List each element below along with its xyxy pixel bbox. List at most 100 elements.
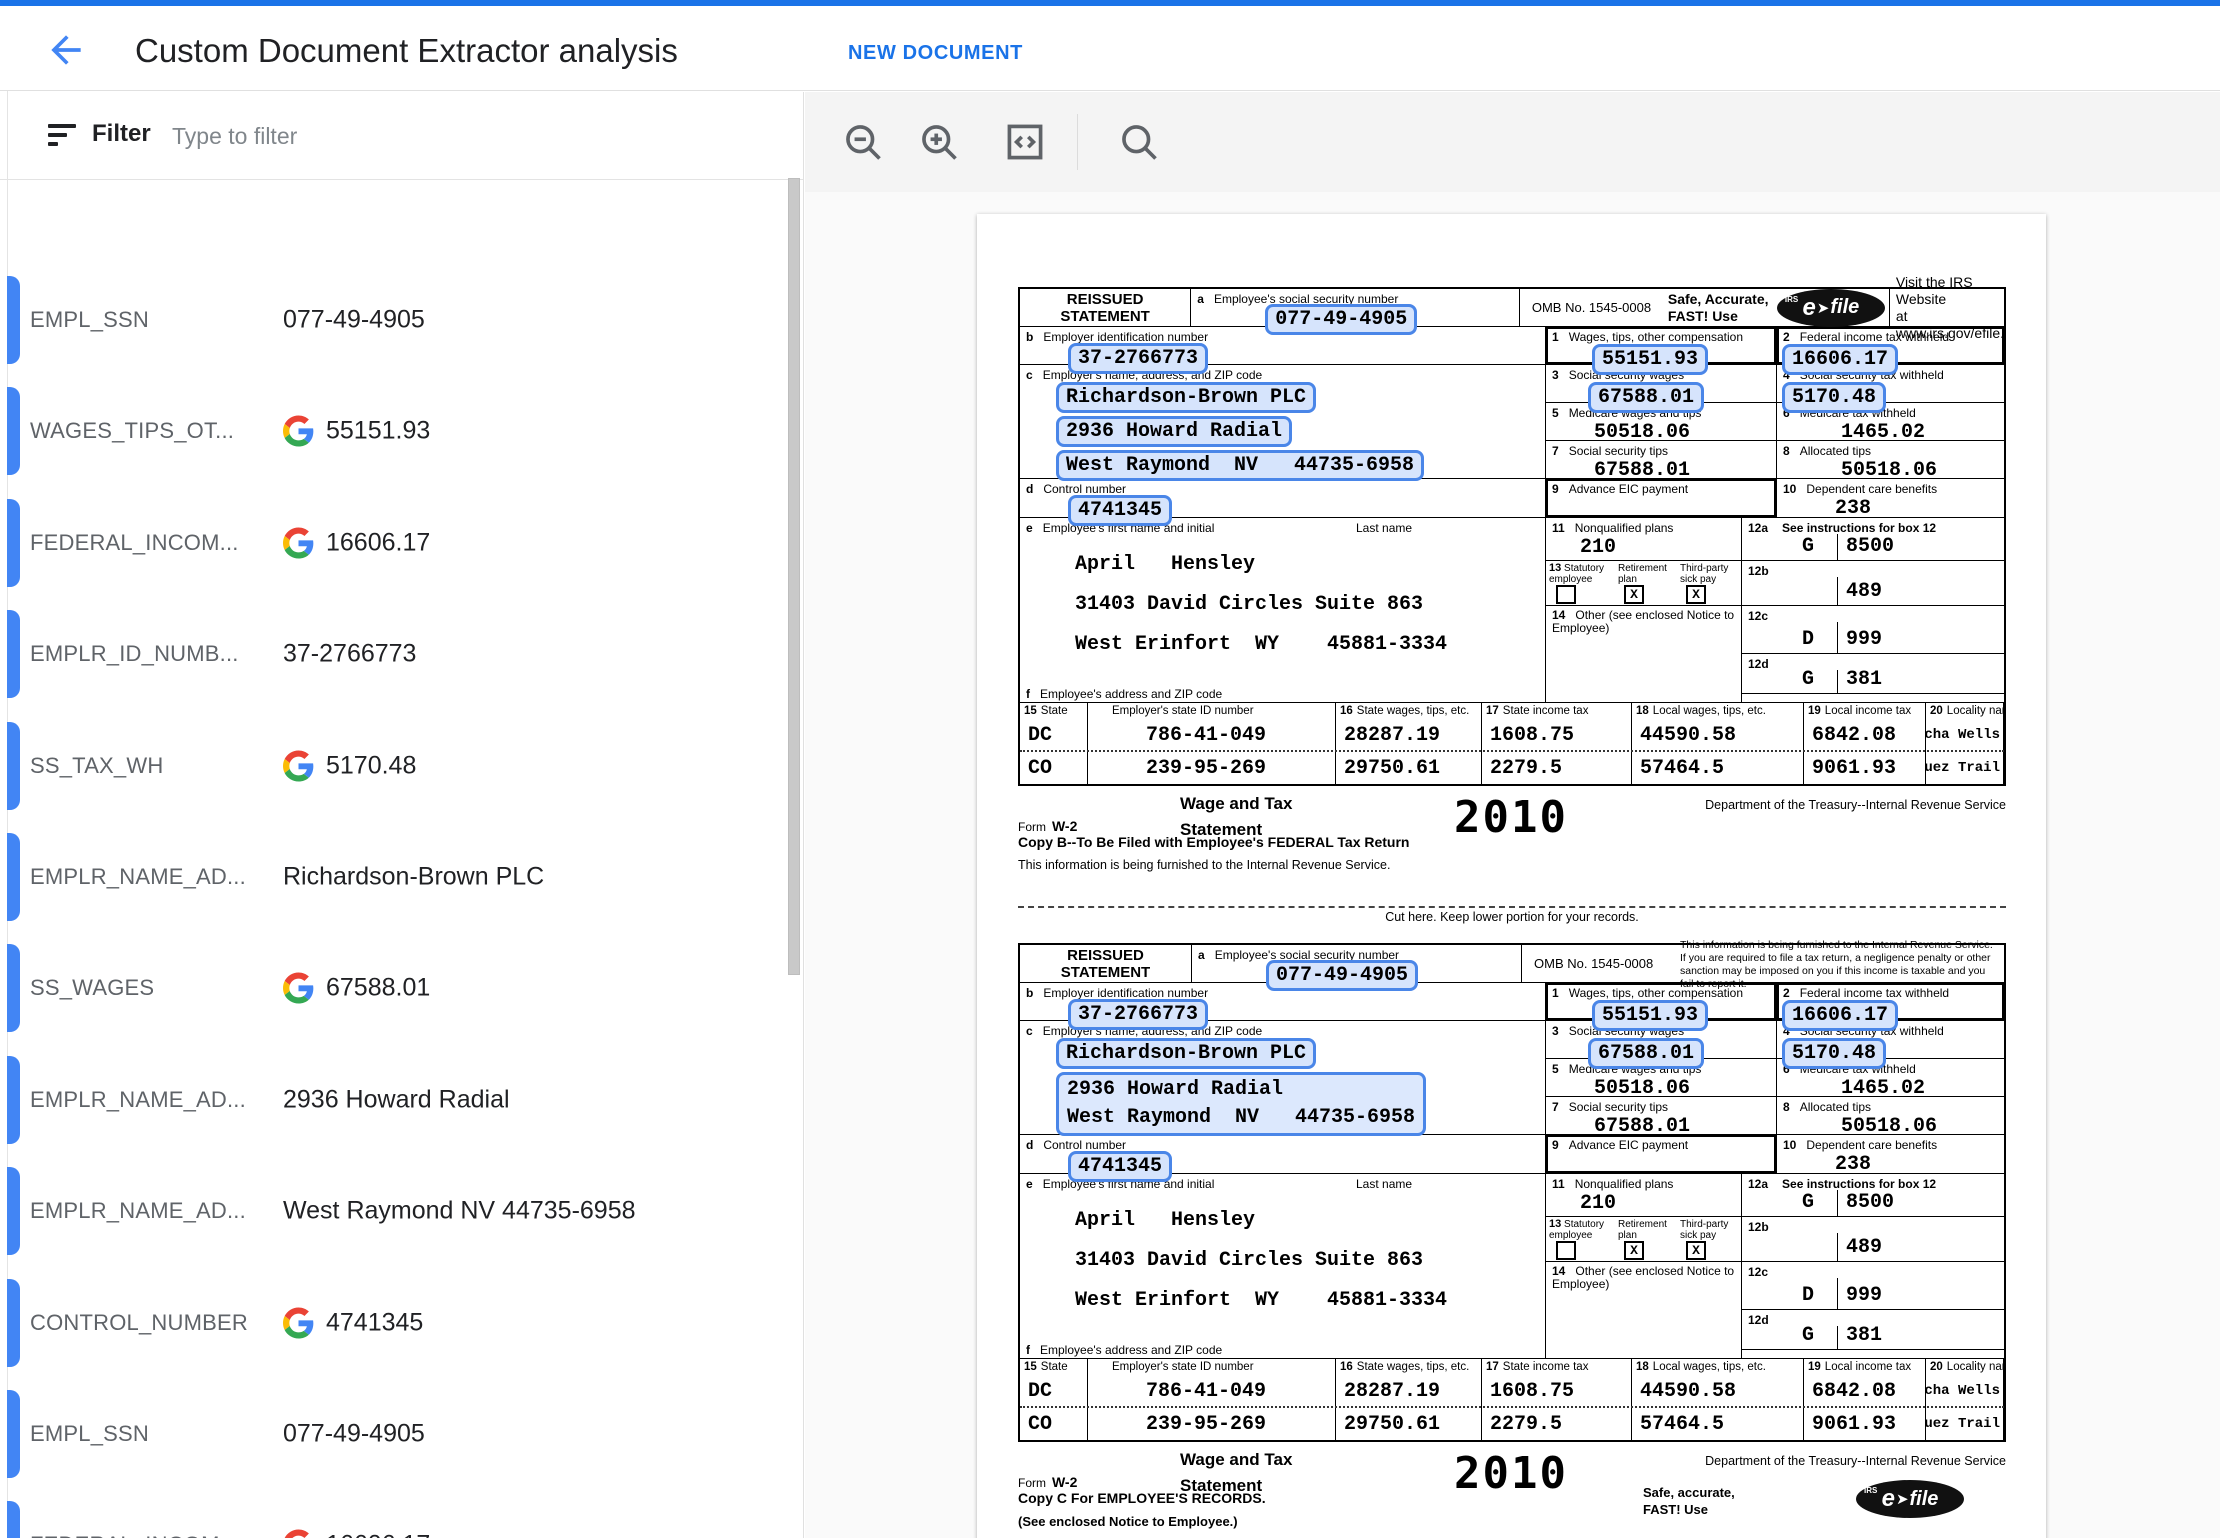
field-row[interactable]: EMPLR_NAME_AD... Richardson-Brown PLC (0, 833, 803, 921)
row-divider (1020, 750, 2004, 752)
filter-icon (48, 124, 78, 148)
field-label: EMPLR_NAME_AD... (30, 1087, 246, 1113)
field-row[interactable]: CONTROL_NUMBER 4741345 (0, 1279, 803, 1367)
statutory-checkbox[interactable] (1556, 1241, 1576, 1260)
state-wages-col: 16State wages, tips, etc. 28287.19 29750… (1336, 703, 1482, 784)
field-value-text: 4741345 (326, 1309, 423, 1338)
thirdparty-checkbox[interactable]: X (1686, 585, 1706, 604)
page-title: Custom Document Extractor analysis (135, 32, 678, 70)
field-row[interactable]: SS_TAX_WH 5170.48 (0, 722, 803, 810)
state-tax-col: 17State income tax 1608.75 2279.5 (1482, 703, 1632, 784)
zoom-out-button[interactable] (841, 120, 885, 164)
field-value: 16606.17 (283, 528, 430, 559)
copy-designation: Copy C For EMPLOYEE'S RECORDS. (1018, 1490, 1266, 1506)
box-13-checkboxes: 13 Statutoryemployee Retirementplan Thir… (1546, 561, 1741, 606)
box-7-ss-tips: 7Social security tips 67588.01 (1546, 441, 1777, 479)
list-scrollbar[interactable] (788, 178, 800, 975)
treasury-text: Department of the Treasury--Internal Rev… (1705, 1454, 2006, 1468)
employer-address: Richardson-Brown PLC 2936 Howard Radial … (1020, 1038, 1545, 1136)
omb-number: OMB No. 1545-0008 (1520, 300, 1668, 315)
thirdparty-checkbox[interactable]: X (1686, 1241, 1706, 1260)
omb-number: OMB No. 1545-0008 (1522, 956, 1670, 971)
field-row[interactable]: FEDERAL_INCOM... 16606.17 (0, 1501, 803, 1538)
box-c-employer: cEmployer's name, address, and ZIP code … (1020, 1021, 1546, 1134)
field-label: EMPL_SSN (30, 307, 149, 333)
ein-highlight[interactable]: 37-2766773 (1068, 343, 1208, 374)
field-value: 37-2766773 (283, 640, 416, 669)
field-value-text: 077-49-4905 (283, 1420, 425, 1449)
copy-note: (See enclosed Notice to Employee.) (1018, 1514, 1238, 1529)
employer-address-group[interactable]: 2936 Howard Radial West Raymond NV 44735… (1056, 1072, 1426, 1136)
local-wages-col: 18Local wages, tips, etc. 44590.58 57464… (1632, 1359, 1804, 1440)
box-e-employee: eEmployee's first name and initial Last … (1020, 1174, 1546, 1358)
header-right: OMB No. 1545-0008 This information is be… (1522, 945, 2004, 982)
field-label: SS_TAX_WH (30, 753, 163, 779)
code-view-button[interactable] (1003, 120, 1047, 164)
local-tax-col: 19Local income tax 6842.08 9061.93 (1804, 703, 1926, 784)
field-label: EMPL_SSN (30, 1421, 149, 1447)
field-value: 077-49-4905 (283, 306, 425, 335)
document-page: REISSUEDSTATEMENT aEmployee's social sec… (977, 214, 2046, 1538)
field-row[interactable]: EMPLR_NAME_AD... West Raymond NV 44735-6… (0, 1167, 803, 1255)
filter-input[interactable] (172, 114, 712, 158)
document-canvas[interactable]: REISSUEDSTATEMENT aEmployee's social sec… (805, 192, 2220, 1538)
google-g-icon (283, 1308, 314, 1339)
w2-footer: FormW-2 Wage and TaxStatement 2010 Depar… (1018, 1442, 2006, 1538)
field-value-text: 67588.01 (326, 974, 430, 1003)
field-row[interactable]: WAGES_TIPS_OT... 55151.93 (0, 387, 803, 475)
retirement-checkbox[interactable]: X (1624, 585, 1644, 604)
new-document-button[interactable]: NEW DOCUMENT (848, 42, 1023, 65)
row-divider (1020, 1406, 2004, 1408)
field-indicator-bar (7, 276, 20, 364)
box-7-ss-tips: 7Social security tips 67588.01 (1546, 1097, 1777, 1135)
box-e-employee: eEmployee's first name and initial Last … (1020, 518, 1546, 702)
toolbar-divider (1077, 114, 1078, 170)
statutory-checkbox[interactable] (1556, 585, 1576, 604)
employee-city: West Erinfort WY 45881-3334 (1075, 1288, 1447, 1313)
field-row[interactable]: EMPLR_ID_NUMB... 37-2766773 (0, 610, 803, 698)
w2-form: REISSUEDSTATEMENT aEmployee's social sec… (1018, 287, 2006, 906)
back-button[interactable] (44, 28, 88, 72)
field-label: WAGES_TIPS_OT... (30, 418, 234, 444)
field-value-text: 37-2766773 (283, 640, 416, 669)
local-tax-col: 19Local income tax 6842.08 9061.93 (1804, 1359, 1926, 1440)
retirement-checkbox[interactable]: X (1624, 1241, 1644, 1260)
local-wages-col: 18Local wages, tips, etc. 44590.58 57464… (1632, 703, 1804, 784)
box-1-wages: 1Wages, tips, other compensation 55151.9… (1546, 983, 1777, 1020)
google-g-icon (283, 416, 314, 447)
box-11-nonqualified: 11Nonqualified plans 210 (1546, 518, 1741, 561)
box-d-control: dControl number 4741345 (1020, 479, 1546, 517)
field-value: 67588.01 (283, 973, 430, 1004)
field-indicator-bar (7, 499, 20, 587)
box-12d: 12d G 381 (1742, 1310, 2004, 1350)
box-12c: 12c D 999 (1742, 1262, 2004, 1310)
field-row[interactable]: EMPL_SSN 077-49-4905 (0, 1390, 803, 1478)
field-row[interactable]: EMPL_SSN 077-49-4905 (0, 276, 803, 364)
field-indicator-bar (7, 1390, 20, 1478)
google-g-icon (283, 751, 314, 782)
control-highlight[interactable]: 4741345 (1068, 1151, 1172, 1182)
reissued-statement: REISSUEDSTATEMENT (1020, 289, 1191, 326)
field-row[interactable]: EMPLR_NAME_AD... 2936 Howard Radial (0, 1056, 803, 1144)
box-d-control: dControl number 4741345 (1020, 1135, 1546, 1173)
filter-bar: Filter (0, 92, 803, 180)
zoom-in-button[interactable] (917, 120, 961, 164)
document-search-button[interactable] (1117, 120, 1161, 164)
field-label: EMPLR_ID_NUMB... (30, 641, 239, 667)
field-value-text: 16606.17 (326, 529, 430, 558)
ein-highlight[interactable]: 37-2766773 (1068, 999, 1208, 1030)
state-wages-col: 16State wages, tips, etc. 28287.19 29750… (1336, 1359, 1482, 1440)
box-a-ssn: aEmployee's social security number 077-4… (1192, 945, 1522, 982)
field-value-text: 55151.93 (326, 417, 430, 446)
field-indicator-bar (7, 1056, 20, 1144)
control-highlight[interactable]: 4741345 (1068, 495, 1172, 526)
ssn-highlight[interactable]: 077-49-4905 (1266, 960, 1418, 991)
viewer-toolbar (805, 92, 2220, 192)
field-list: EMPL_SSN 077-49-4905 WAGES_TIPS_OT... 55… (0, 270, 803, 1538)
back-arrow-icon (44, 28, 88, 72)
box-a-ssn: aEmployee's social security number 077-4… (1191, 289, 1520, 326)
field-row[interactable]: FEDERAL_INCOM... 16606.17 (0, 499, 803, 587)
ssn-highlight[interactable]: 077-49-4905 (1265, 304, 1417, 335)
field-value: 4741345 (283, 1308, 423, 1339)
field-row[interactable]: SS_WAGES 67588.01 (0, 944, 803, 1032)
